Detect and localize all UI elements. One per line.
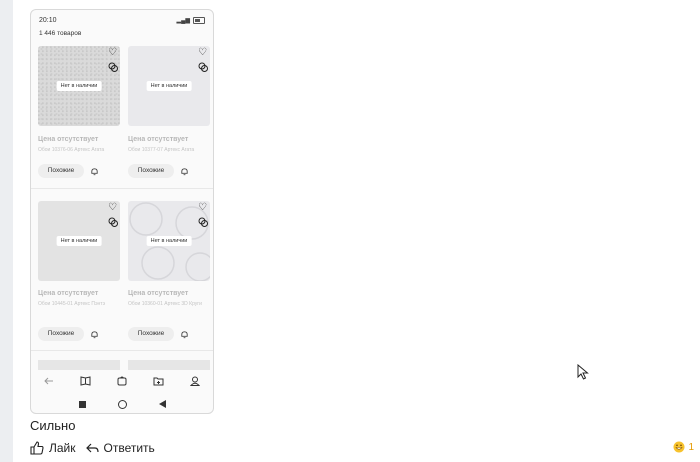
bell-icon[interactable]: [90, 167, 99, 176]
back-triangle-icon[interactable]: [158, 400, 166, 408]
product-image: Нет в наличии: [128, 201, 210, 281]
comment-text: Сильно: [30, 418, 76, 433]
product-image-partial: [38, 360, 120, 370]
bell-icon[interactable]: [180, 167, 189, 176]
bottom-tab-bar: [31, 370, 213, 392]
compare-icon[interactable]: [108, 217, 118, 227]
product-name: Обои 10377-07 Артекс Агата: [128, 147, 195, 153]
home-icon[interactable]: [116, 375, 128, 387]
reaction-badge[interactable]: 1: [673, 441, 694, 453]
product-name: Обои 10360-01 Артекс 3D Круги: [128, 301, 202, 307]
product-card[interactable]: Нет в наличии ♡ Цена отсутствует Обои 10…: [128, 46, 210, 186]
status-time: 20:10: [39, 16, 57, 24]
grinning-emoji-icon: [673, 441, 685, 453]
status-bar: 20:10 ▂▄▆: [39, 14, 205, 26]
heart-icon[interactable]: ♡: [198, 48, 208, 58]
heart-icon[interactable]: ♡: [198, 203, 208, 213]
out-of-stock-badge: Нет в наличии: [146, 81, 192, 91]
similar-button[interactable]: Похожие: [128, 164, 174, 178]
thumbs-up-icon: [30, 441, 44, 455]
similar-button[interactable]: Похожие: [38, 164, 84, 178]
product-name: Обои 10445-01 Артекс Пэнтэ: [38, 301, 106, 307]
profile-icon[interactable]: [189, 375, 201, 387]
catalog-icon[interactable]: [80, 375, 92, 387]
price-label: Цена отсутствует: [128, 136, 189, 143]
result-count: 1 446 товаров: [39, 30, 82, 37]
row-divider: [31, 188, 213, 189]
product-image: Нет в наличии: [38, 46, 120, 126]
battery-icon: [193, 16, 205, 24]
product-image: Нет в наличии: [128, 46, 210, 126]
product-card[interactable]: Нет в наличии ♡ Цена отсутствует Обои 10…: [38, 201, 120, 351]
back-icon[interactable]: [43, 375, 55, 387]
comment-actions: Лайк Ответить: [30, 441, 155, 455]
out-of-stock-badge: Нет в наличии: [146, 236, 192, 246]
price-label: Цена отсутствует: [38, 290, 99, 297]
circle-icon[interactable]: [117, 399, 127, 409]
mouse-cursor-icon: [577, 364, 589, 380]
like-label: Лайк: [49, 441, 76, 455]
cart-icon[interactable]: [152, 375, 164, 387]
bell-icon[interactable]: [90, 330, 99, 339]
product-image-partial: [128, 360, 210, 370]
square-icon[interactable]: [78, 400, 86, 408]
heart-icon[interactable]: ♡: [108, 48, 118, 58]
product-image: Нет в наличии: [38, 201, 120, 281]
signal-icon: ▂▄▆: [176, 17, 190, 24]
bell-icon[interactable]: [180, 330, 189, 339]
price-label: Цена отсутствует: [128, 290, 189, 297]
like-button[interactable]: Лайк: [30, 441, 76, 455]
heart-icon[interactable]: ♡: [108, 203, 118, 213]
out-of-stock-badge: Нет в наличии: [56, 81, 102, 91]
product-name: Обои 10376-06 Артекс Агата: [38, 147, 105, 153]
product-card[interactable]: Нет в наличии ♡ Цена отсутствует Обои 10…: [128, 201, 210, 351]
status-icons: ▂▄▆: [176, 16, 205, 24]
out-of-stock-badge: Нет в наличии: [56, 236, 102, 246]
reply-arrow-icon: [85, 443, 99, 453]
system-nav-bar: [31, 396, 213, 412]
compare-icon[interactable]: [108, 62, 118, 72]
product-card[interactable]: Нет в наличии ♡ Цена отсутствует Обои 10…: [38, 46, 120, 186]
similar-button[interactable]: Похожие: [38, 327, 84, 341]
left-strip: [0, 0, 13, 462]
reaction-count: 1: [688, 441, 694, 453]
phone-screenshot: 20:10 ▂▄▆ 1 446 товаров Нет в наличии ♡ …: [30, 9, 214, 414]
similar-button[interactable]: Похожие: [128, 327, 174, 341]
reply-button[interactable]: Ответить: [85, 441, 155, 455]
compare-icon[interactable]: [198, 62, 208, 72]
compare-icon[interactable]: [198, 217, 208, 227]
row-divider: [31, 350, 213, 351]
reply-label: Ответить: [103, 441, 155, 455]
price-label: Цена отсутствует: [38, 136, 99, 143]
